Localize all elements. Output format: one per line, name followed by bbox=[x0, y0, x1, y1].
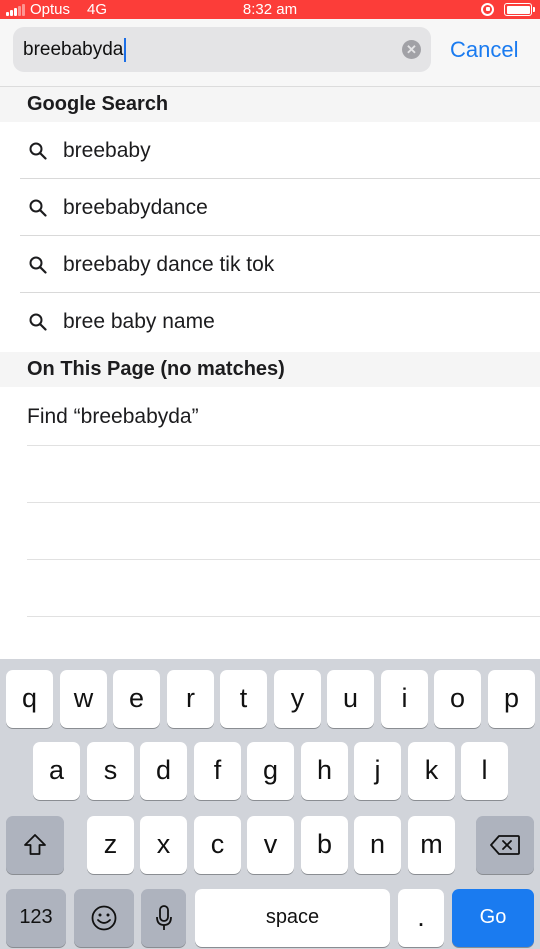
numbers-key[interactable]: 123 bbox=[6, 889, 66, 947]
shift-icon bbox=[24, 834, 46, 855]
key-a[interactable]: a bbox=[33, 742, 80, 800]
key-l[interactable]: l bbox=[461, 742, 508, 800]
key-h[interactable]: h bbox=[301, 742, 348, 800]
suggestion-label: breebabydance bbox=[63, 196, 208, 219]
key-q[interactable]: q bbox=[6, 670, 53, 728]
search-icon bbox=[29, 313, 47, 331]
orientation-lock-icon bbox=[481, 3, 494, 16]
key-b[interactable]: b bbox=[301, 816, 348, 874]
emoji-icon bbox=[91, 905, 117, 931]
key-w[interactable]: w bbox=[60, 670, 107, 728]
suggestion-label: bree baby name bbox=[63, 310, 215, 333]
key-j[interactable]: j bbox=[354, 742, 401, 800]
key-z[interactable]: z bbox=[87, 816, 134, 874]
section-title: Google Search bbox=[27, 93, 169, 115]
suggestion-row[interactable]: breebabydance bbox=[0, 179, 540, 236]
key-s[interactable]: s bbox=[87, 742, 134, 800]
suggestion-row[interactable]: breebaby bbox=[0, 122, 540, 179]
text-cursor bbox=[124, 37, 127, 62]
empty-row bbox=[0, 560, 540, 617]
go-key[interactable]: Go bbox=[452, 889, 534, 947]
key-v[interactable]: v bbox=[247, 816, 294, 874]
search-icon bbox=[29, 256, 47, 274]
dictation-key[interactable] bbox=[141, 889, 186, 947]
suggestion-label: breebaby bbox=[63, 139, 151, 162]
key-n[interactable]: n bbox=[354, 816, 401, 874]
key-f[interactable]: f bbox=[194, 742, 241, 800]
key-y[interactable]: y bbox=[274, 670, 321, 728]
key-c[interactable]: c bbox=[194, 816, 241, 874]
search-header: breebabyda ✕ Cancel bbox=[0, 19, 540, 87]
key-o[interactable]: o bbox=[434, 670, 481, 728]
key-e[interactable]: e bbox=[113, 670, 160, 728]
key-m[interactable]: m bbox=[408, 816, 455, 874]
search-input[interactable]: breebabyda ✕ bbox=[13, 27, 431, 72]
empty-row bbox=[0, 503, 540, 560]
search-icon bbox=[29, 199, 47, 217]
find-on-page-row[interactable]: Find “breebabyda” bbox=[0, 388, 540, 446]
key-r[interactable]: r bbox=[167, 670, 214, 728]
shift-key[interactable] bbox=[6, 816, 64, 874]
key-d[interactable]: d bbox=[140, 742, 187, 800]
suggestion-row[interactable]: breebaby dance tik tok bbox=[0, 236, 540, 293]
find-label: Find “breebabyda” bbox=[27, 405, 199, 428]
period-key[interactable]: . bbox=[398, 889, 444, 947]
key-i[interactable]: i bbox=[381, 670, 428, 728]
search-icon bbox=[29, 142, 47, 160]
suggestion-label: breebaby dance tik tok bbox=[63, 253, 275, 276]
cancel-button[interactable]: Cancel bbox=[450, 27, 518, 72]
microphone-icon bbox=[155, 905, 172, 930]
clear-search-icon[interactable]: ✕ bbox=[402, 40, 421, 59]
emoji-key[interactable] bbox=[74, 889, 134, 947]
suggestion-row[interactable]: bree baby name bbox=[0, 293, 540, 350]
search-query: breebabyda bbox=[23, 39, 124, 60]
keyboard: q w e r t y u i o p a s d f g h j k l z … bbox=[0, 659, 540, 949]
on-this-page-section-header: On This Page (no matches) bbox=[0, 352, 540, 387]
key-p[interactable]: p bbox=[488, 670, 535, 728]
delete-key[interactable] bbox=[476, 816, 534, 874]
key-k[interactable]: k bbox=[408, 742, 455, 800]
empty-row bbox=[0, 446, 540, 503]
google-search-section-header: Google Search bbox=[0, 87, 540, 122]
space-key[interactable]: space bbox=[195, 889, 390, 947]
key-x[interactable]: x bbox=[140, 816, 187, 874]
battery-icon bbox=[504, 3, 535, 16]
key-t[interactable]: t bbox=[220, 670, 267, 728]
status-bar: Optus 4G 8:32 am bbox=[0, 0, 540, 19]
key-g[interactable]: g bbox=[247, 742, 294, 800]
section-title: On This Page (no matches) bbox=[27, 358, 285, 380]
status-time: 8:32 am bbox=[242, 1, 298, 18]
delete-icon bbox=[490, 835, 520, 855]
key-u[interactable]: u bbox=[327, 670, 374, 728]
